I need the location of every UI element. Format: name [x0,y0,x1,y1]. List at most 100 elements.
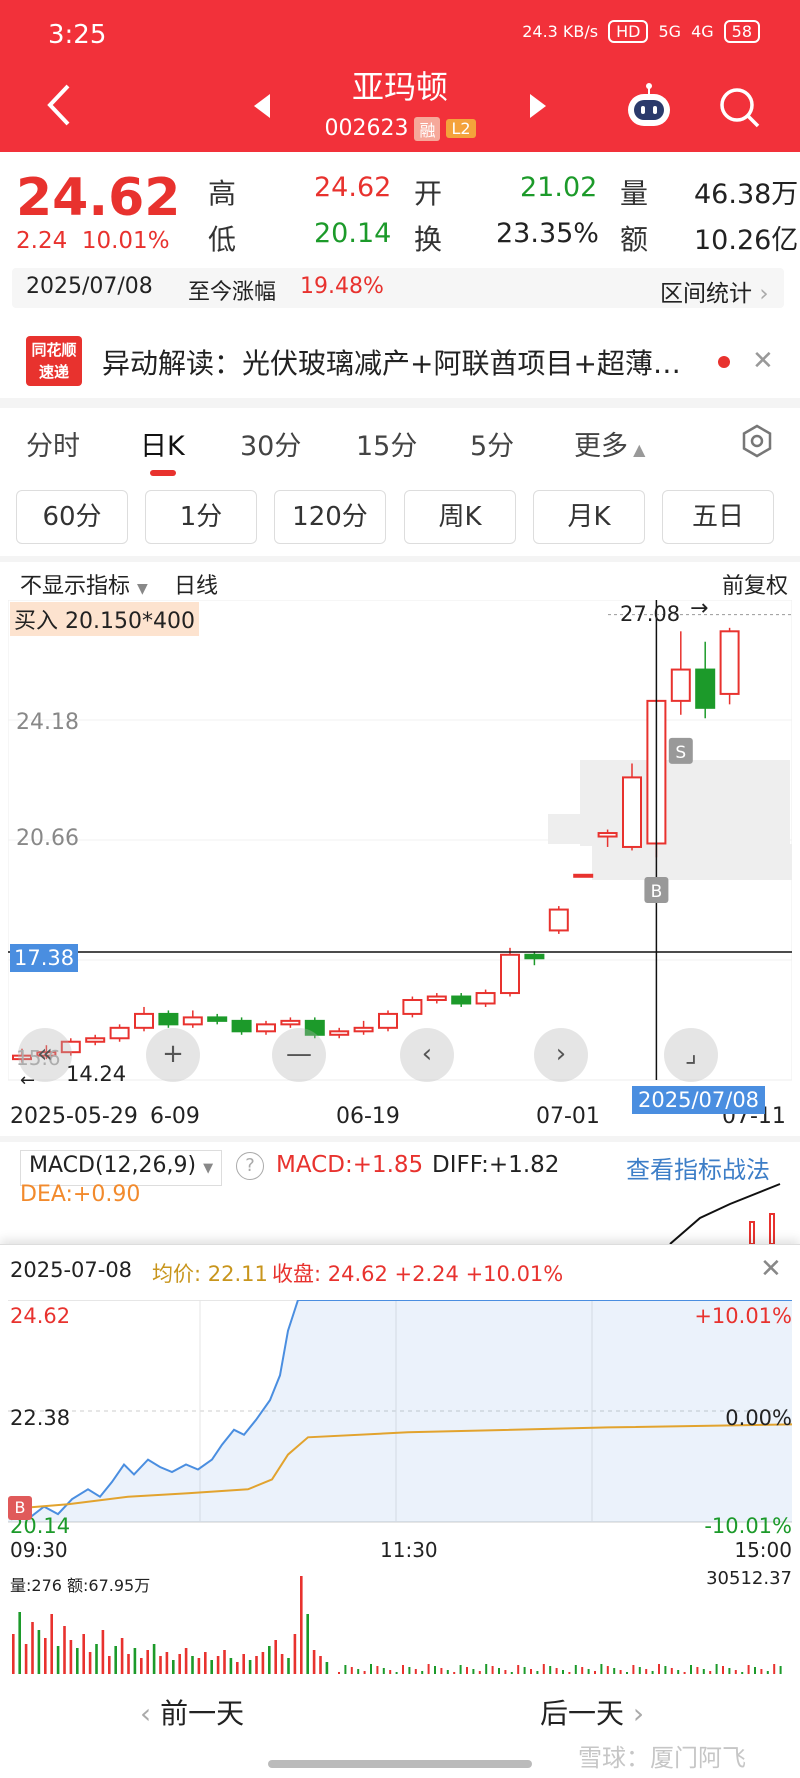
robot-assistant-icon[interactable] [622,80,676,134]
candle-body [475,992,496,1005]
volume-bar [677,1670,680,1674]
volume-bar [338,1672,340,1674]
scroll-left-icon[interactable]: ‹ [400,1028,454,1082]
volume-bar [280,1654,284,1674]
volume-bar [88,1652,92,1674]
volume-bar [300,1576,303,1674]
volume-bar [414,1669,417,1674]
volume-bar [357,1669,360,1674]
volume-bar [478,1671,481,1674]
s-marker: S [675,743,686,763]
high-value: 24.62 [314,172,392,203]
volume-bar [440,1668,443,1674]
volume-bar [344,1665,347,1674]
logo-line-2: 速递 [38,363,69,381]
volume-bar [715,1664,718,1674]
news-headline[interactable]: 异动解读：光伏玻璃减产+阿联酋项目+超薄… [102,342,702,382]
search-icon[interactable] [716,84,762,130]
tab-daily-k[interactable]: 日K [140,424,185,463]
gain-label: 至今涨幅 [188,280,277,305]
volume-bar [287,1658,290,1674]
period-label: 日线 [174,574,219,599]
volume-bar [619,1670,622,1674]
volume-bar [683,1672,686,1674]
adjust-toggle[interactable]: 前复权 [722,568,788,600]
volume-bar [82,1634,85,1674]
candle-body [256,1023,276,1033]
chip-1min[interactable]: 1分 [145,490,257,544]
signal-4g: 4G [691,22,714,41]
chip-weekly[interactable]: 周K [404,490,516,544]
volume-info: 量:276 额:67.95万 [10,1576,151,1595]
volume-bar [734,1670,737,1674]
period-low-label: 14.24 [66,1062,127,1086]
help-icon[interactable]: ? [236,1152,264,1180]
close-icon[interactable]: ✕ [752,346,774,376]
volume-bar [236,1662,239,1674]
y-label-a: 24.18 [16,710,79,735]
volume-bar [453,1672,456,1674]
candles [12,627,740,1063]
chip-box [592,844,792,880]
volume-bar [530,1669,532,1674]
volume-bar [645,1669,648,1674]
tab-5min[interactable]: 5分 [470,424,514,463]
volume-bar [178,1654,181,1674]
volume-max: 30512.37 [706,1568,792,1589]
volume-bar [651,1671,654,1674]
interval-stats-link[interactable]: 区间统计 › [660,274,769,308]
intraday-chart[interactable] [8,1300,792,1540]
volume-bar [722,1666,724,1674]
indicator-select[interactable]: 不显示指标 ▼ [20,568,148,600]
prev-day-button[interactable]: ‹ 前一天 [140,1692,244,1732]
battery-icon: 58 [723,20,760,43]
tab-15min[interactable]: 15分 [356,424,417,463]
volume-bar [312,1650,316,1674]
candle-body [207,1016,228,1022]
chip-60min[interactable]: 60分 [16,490,128,544]
volume-bar [63,1626,66,1674]
zoom-out-icon[interactable]: « [18,1028,72,1082]
zoom-in-icon[interactable]: + [146,1028,200,1082]
crosshair-price: 17.38 [10,944,79,972]
candle-body [524,953,545,960]
kline-chart[interactable]: SB [8,600,792,1100]
volume-bar [114,1646,117,1674]
signal-5g: 5G [658,22,682,41]
intraday-avg-price: 均价: 22.11 [152,1262,268,1286]
volume-bar [664,1666,667,1674]
close-icon[interactable]: ✕ [760,1254,782,1284]
status-time: 3:25 [48,20,107,50]
settings-hexagon-icon[interactable] [740,424,774,458]
reset-zoom-icon[interactable]: — [272,1028,326,1082]
fullscreen-icon[interactable]: ⌟ [664,1028,718,1082]
volume-bar [485,1664,488,1674]
volume-bar [248,1660,252,1674]
intraday-pct-top: +10.01% [694,1304,792,1328]
volume-bar [165,1652,169,1674]
chip-120min[interactable]: 120分 [274,490,386,544]
tab-30min[interactable]: 30分 [240,424,301,463]
volume-bar [293,1634,297,1674]
candle-body [182,1016,203,1026]
volume-bar [472,1669,475,1674]
volume-bar [12,1634,15,1674]
chip-monthly[interactable]: 月K [533,490,645,544]
tab-intraday[interactable]: 分时 [26,424,80,463]
volume-bar [261,1652,265,1674]
volume-bar [587,1669,590,1674]
chip-box [548,814,790,844]
candle-body [573,873,594,878]
macd-select[interactable]: MACD(12,26,9) ▼ [20,1150,223,1186]
volume-bar [747,1665,750,1674]
b-marker: B [651,882,663,902]
candle-body [670,668,691,702]
candle-body [695,668,716,709]
watermark: 雪球：厦门阿飞 [578,1744,746,1772]
tab-more[interactable]: 更多 ▲ [574,424,645,463]
scroll-right-icon[interactable]: › [534,1028,588,1082]
chip-five-day[interactable]: 五日 [662,490,774,544]
next-day-button[interactable]: 后一天 › [540,1692,644,1732]
level2-tag: L2 [446,119,476,138]
status-indicators: 24.3 KB/s HD 5G 4G 58 [522,20,760,43]
